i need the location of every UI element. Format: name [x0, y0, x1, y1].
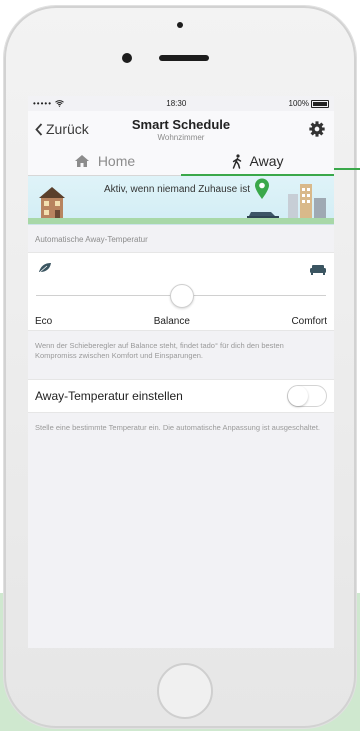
home-button[interactable] [157, 663, 213, 719]
away-banner: Aktiv, wenn niemand Zuhause ist [28, 176, 334, 225]
status-time: 18:30 [166, 99, 187, 108]
battery-icon [310, 99, 329, 108]
page-title: Smart Schedule [131, 117, 231, 132]
walking-person-icon [232, 153, 241, 169]
tab-away[interactable]: Away [181, 147, 334, 176]
slider-label-eco: Eco [35, 316, 53, 327]
mode-tabs: Home Away [28, 147, 334, 176]
house-icon [74, 155, 89, 167]
tab-home[interactable]: Home [28, 147, 181, 175]
section-label-away-temp: Automatische Away-Temperatur [35, 235, 148, 244]
camera-dot [177, 22, 183, 28]
tab-home-label: Home [97, 153, 136, 169]
slider-description: Wenn der Schieberegler auf Balance steht… [35, 341, 284, 360]
toggle-knob [288, 386, 308, 406]
wifi-icon [55, 100, 64, 107]
gear-icon[interactable] [308, 120, 326, 138]
tab-away-label: Away [249, 153, 284, 169]
house-illustration [39, 187, 65, 222]
slider-thumb[interactable] [170, 284, 194, 308]
location-pin-icon [255, 178, 269, 199]
away-temperature-slider-card: Eco Balance Comfort [28, 252, 334, 331]
status-bar: ••••• 18:30 100% [28, 96, 334, 111]
slider-label-balance: Balance [153, 316, 190, 327]
toggle-label: Away-Temperatur einstellen [35, 389, 183, 403]
front-camera [122, 53, 132, 63]
app-screen: ••••• 18:30 100% Zurück Smart Schedule W… [28, 96, 334, 648]
room-subtitle: Wohnzimmer [157, 133, 205, 142]
signal-dots: ••••• [33, 99, 53, 108]
banner-ground [28, 218, 334, 224]
banner-text: Aktiv, wenn niemand Zuhause ist [103, 184, 250, 195]
slider-label-comfort: Comfort [291, 316, 327, 327]
away-temperature-toggle-row: Away-Temperatur einstellen [28, 379, 334, 413]
away-temperature-toggle[interactable] [287, 385, 327, 407]
battery-percent: 100% [288, 99, 309, 108]
leaf-icon [39, 263, 51, 273]
toggle-description: Stelle eine bestimmte Temperatur ein. Di… [35, 423, 321, 432]
navigation-bar: Zurück Smart Schedule Wohnzimmer [28, 111, 334, 147]
sofa-icon [310, 265, 326, 275]
speaker-grille [159, 55, 209, 61]
